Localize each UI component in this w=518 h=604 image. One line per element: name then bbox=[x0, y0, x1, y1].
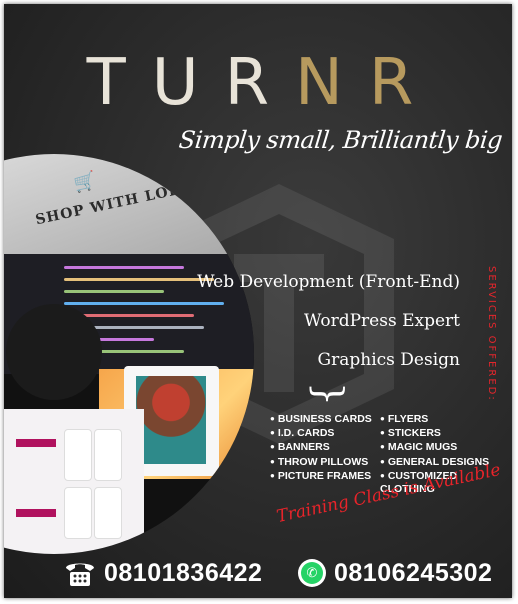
list-item: FLYERS bbox=[380, 412, 512, 426]
whatsapp-contact: ✆ 08106245302 bbox=[298, 557, 492, 589]
brand-letter: R bbox=[368, 46, 440, 120]
list-item: I.D. CARDS bbox=[270, 426, 372, 440]
service-graphics-design: Graphics Design bbox=[317, 350, 460, 370]
services-offered-label: SERVICES OFFERED: bbox=[486, 266, 497, 402]
phone-number[interactable]: 08101836422 bbox=[104, 559, 262, 588]
phone-contact: 08101836422 bbox=[64, 557, 262, 589]
brand-name: TURNR bbox=[4, 46, 512, 120]
list-item: BUSINESS CARDS bbox=[270, 412, 372, 426]
telephone-icon bbox=[66, 563, 94, 586]
list-item: THROW PILLOWS bbox=[270, 455, 372, 469]
disc-center-hole bbox=[6, 304, 102, 400]
service-web-development: Web Development (Front-End) bbox=[197, 272, 460, 292]
brace-divider: } bbox=[307, 381, 352, 407]
brand-letter: R bbox=[224, 46, 296, 120]
business-card-sample: 🛒 SHOP WITH LOLA bbox=[4, 154, 254, 254]
service-wordpress: WordPress Expert bbox=[304, 311, 460, 331]
whatsapp-icon: ✆ bbox=[298, 559, 326, 587]
list-item: BANNERS bbox=[270, 440, 372, 454]
whatsapp-number[interactable]: 08106245302 bbox=[334, 559, 492, 588]
brand-letter: U bbox=[151, 46, 225, 120]
tagline: Simply small, Brilliantly big bbox=[177, 126, 504, 154]
list-item: PICTURE FRAMES bbox=[270, 469, 372, 483]
list-item: STICKERS bbox=[380, 426, 512, 440]
shopping-cart-icon: 🛒 bbox=[72, 169, 99, 195]
portrait-print bbox=[136, 376, 206, 464]
brand-letter: T bbox=[86, 46, 152, 120]
portfolio-disc-collage: 🛒 SHOP WITH LOLA bbox=[4, 154, 254, 554]
design-list-left: BUSINESS CARDS I.D. CARDS BANNERS THROW … bbox=[270, 412, 372, 483]
brand-letter: N bbox=[295, 46, 369, 120]
flyer: TURNR Simply small, Brilliantly big 🛒 SH… bbox=[4, 4, 512, 598]
list-item: MAGIC MUGS bbox=[380, 440, 512, 454]
web-mockup-sample bbox=[4, 409, 144, 554]
business-card-text: SHOP WITH LOLA bbox=[34, 179, 193, 229]
